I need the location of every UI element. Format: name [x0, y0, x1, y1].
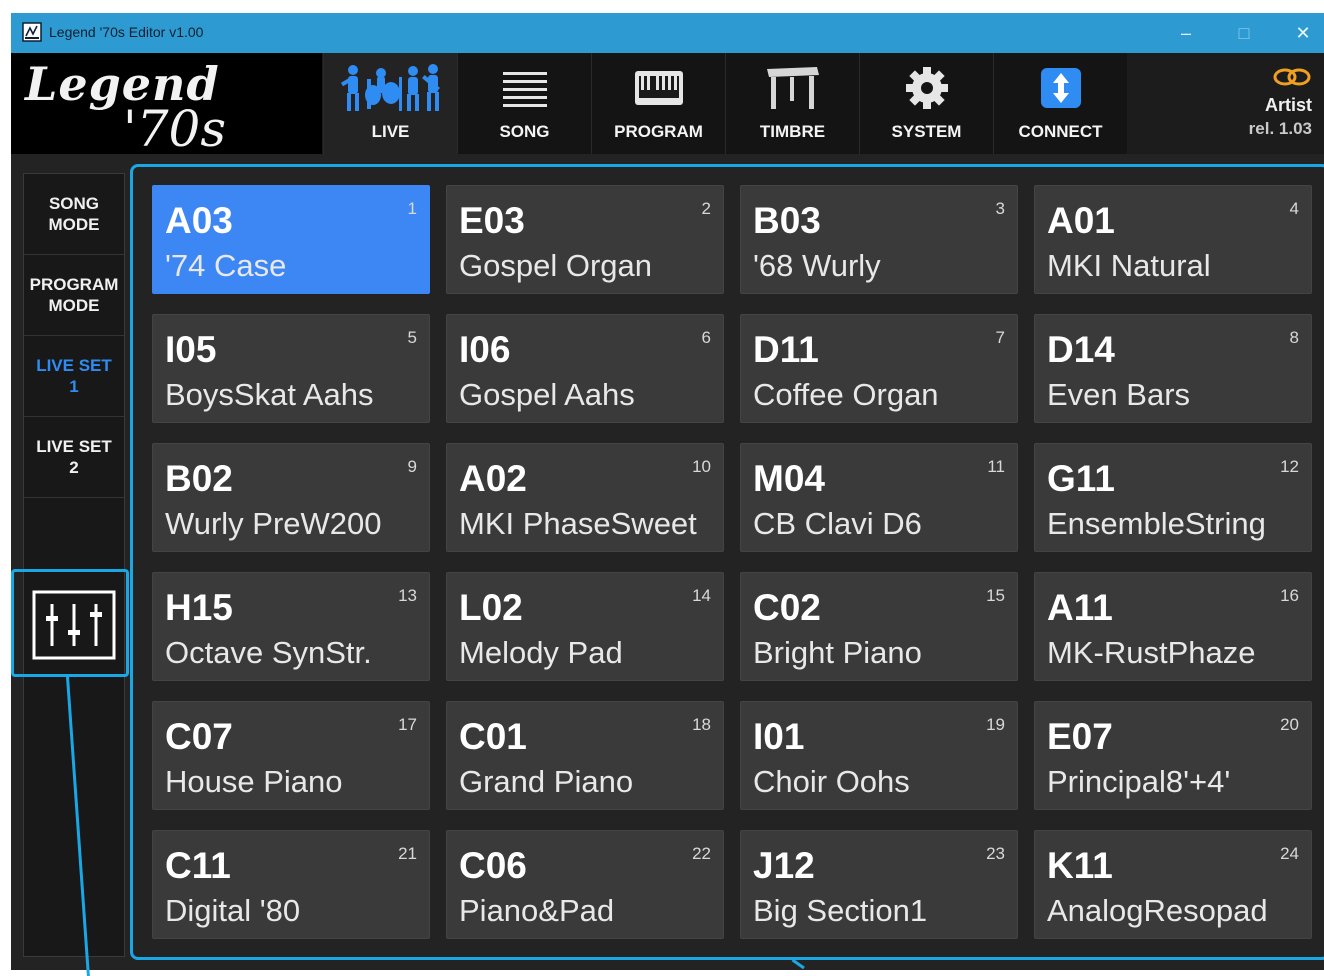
tab-system-label: SYSTEM — [891, 122, 962, 141]
gear-icon — [905, 67, 948, 109]
tab-timbre[interactable]: TIMBRE — [725, 53, 859, 154]
window-title: Legend '70s Editor v1.00 — [49, 24, 204, 40]
artist-info: Artist rel. 1.03 — [1249, 67, 1312, 139]
list-icon — [502, 72, 547, 107]
keyboard-icon — [634, 71, 683, 105]
app-icon — [22, 22, 42, 42]
title-bar: Legend '70s Editor v1.00 – □ ✕ — [11, 13, 1324, 53]
close-button[interactable]: ✕ — [1283, 19, 1323, 47]
tab-live[interactable]: LIVE — [323, 53, 457, 154]
release-version: rel. 1.03 — [1248, 119, 1312, 138]
maximize-button[interactable]: □ — [1224, 19, 1264, 47]
top-nav: Legend '70s LIVE SONG PROGRAM TIMBRE SYS… — [11, 53, 1324, 158]
piano-icon — [766, 67, 819, 109]
logo-year: '70s — [123, 100, 227, 158]
sidebar-item-live-set-2[interactable]: LIVE SET 2 — [24, 417, 124, 498]
tab-connect[interactable]: CONNECT — [993, 53, 1127, 154]
tab-song-label: SONG — [499, 122, 550, 141]
band-icon — [340, 64, 440, 111]
logo: Legend '70s — [11, 53, 322, 158]
tab-timbre-label: TIMBRE — [759, 122, 826, 141]
minimize-button[interactable]: – — [1166, 19, 1206, 47]
sidebar-item-live-set-1[interactable]: LIVE SET 1 — [24, 336, 124, 417]
pad-grid-callout-frame — [130, 164, 1324, 960]
link-icon — [1273, 68, 1311, 86]
tab-connect-label: CONNECT — [1018, 122, 1103, 141]
model-name: Artist — [1264, 95, 1312, 115]
tab-live-label: LIVE — [371, 122, 410, 141]
usb-icon — [1040, 68, 1081, 108]
tab-program[interactable]: PROGRAM — [591, 53, 725, 154]
mode-sidebar: SONG MODE PROGRAM MODE LIVE SET 1 LIVE S… — [23, 173, 125, 957]
tab-program-label: PROGRAM — [614, 122, 703, 141]
editor-window: Legend '70s Editor v1.00 – □ ✕ Legend '7… — [11, 13, 1324, 976]
mixer-callout-frame — [11, 569, 129, 677]
tab-song[interactable]: SONG — [457, 53, 591, 154]
grid-callout-line — [791, 958, 805, 970]
sidebar-item-song-mode[interactable]: SONG MODE — [24, 174, 124, 255]
sidebar-item-program-mode[interactable]: PROGRAM MODE — [24, 255, 124, 336]
tab-system[interactable]: SYSTEM — [859, 53, 993, 154]
